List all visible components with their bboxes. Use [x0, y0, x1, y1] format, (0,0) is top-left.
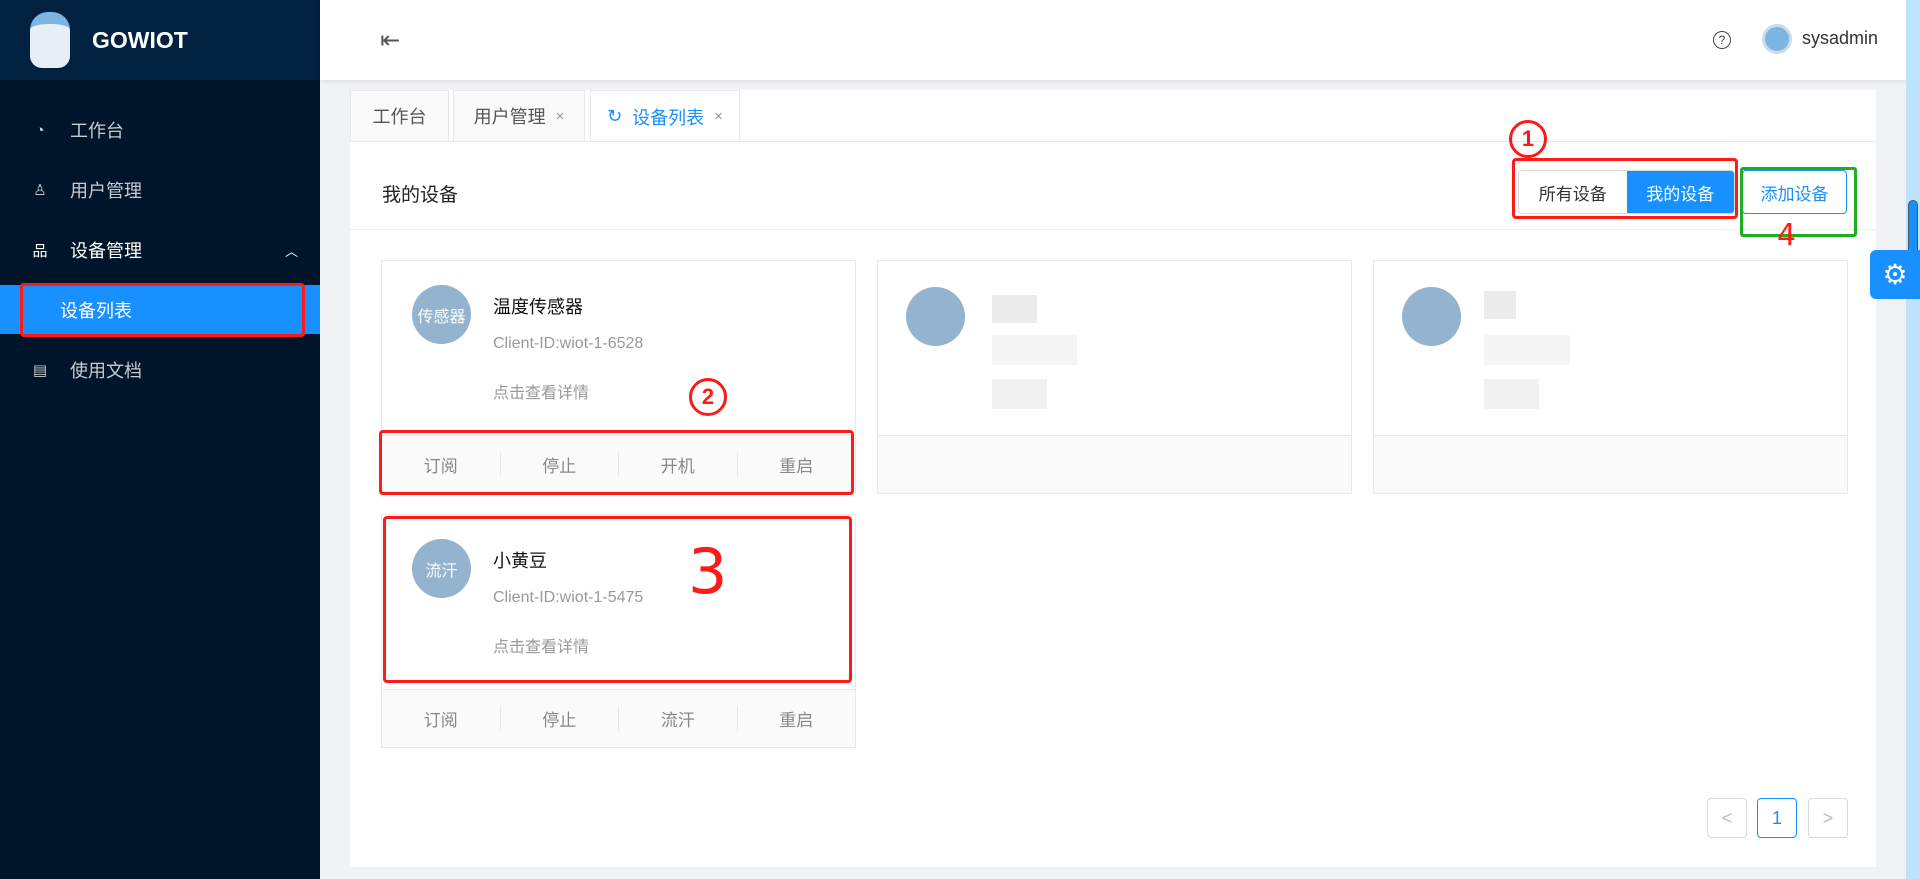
- help-icon[interactable]: ?: [1713, 31, 1731, 49]
- device-actions: [878, 435, 1351, 493]
- close-icon[interactable]: ×: [556, 108, 565, 125]
- sweat-button[interactable]: 流汗: [618, 706, 737, 731]
- user-avatar[interactable]: [1762, 24, 1792, 54]
- annotation-label-2: 2: [689, 378, 727, 416]
- blurred-name: [992, 295, 1037, 323]
- sidebar-item-dashboard[interactable]: ◔ 工作台: [0, 105, 320, 155]
- header: ⇤ ? sysadmin: [320, 0, 1920, 80]
- blurred-id: [992, 335, 1077, 365]
- user-icon: ♙: [33, 182, 47, 199]
- username[interactable]: sysadmin: [1802, 28, 1878, 49]
- subscribe-button[interactable]: 订阅: [382, 706, 500, 731]
- restart-button[interactable]: 重启: [736, 706, 856, 731]
- device-name[interactable]: 温度传感器: [493, 293, 583, 319]
- next-page-button[interactable]: >: [1808, 798, 1848, 838]
- tab-label: 设备列表: [632, 107, 705, 128]
- device-avatar: 传感器: [412, 285, 471, 344]
- dashboard-icon: ◔: [35, 121, 45, 139]
- blurred-detail: [1484, 379, 1539, 409]
- page-title: 我的设备: [382, 185, 459, 206]
- stop-button[interactable]: 停止: [499, 706, 619, 731]
- annotation-label-3: 3: [688, 535, 728, 608]
- view-details-link[interactable]: 点击查看详情: [493, 379, 589, 403]
- annotation-label-1: 1: [1509, 120, 1547, 158]
- page-1-button[interactable]: 1: [1757, 798, 1797, 838]
- device-actions: 订阅 停止 流汗 重启: [382, 689, 855, 747]
- divider: [350, 141, 1876, 142]
- gopher-logo-icon: [30, 12, 70, 68]
- annotation-label-4: 4: [1777, 218, 1797, 253]
- annotation-box-3: [383, 516, 852, 683]
- blurred-id: [1484, 335, 1570, 365]
- annotation-box-1: [1512, 158, 1738, 219]
- blurred-name: [1484, 291, 1516, 319]
- device-avatar: [906, 287, 965, 346]
- chevron-up-icon: ︿: [284, 243, 298, 259]
- scrollbar[interactable]: [1906, 0, 1920, 879]
- annotation-box-2: [379, 430, 854, 495]
- sidebar-item-users[interactable]: ♙ 用户管理: [0, 165, 320, 215]
- sidebar-item-label: 设备管理: [70, 241, 142, 261]
- device-actions: [1374, 435, 1847, 493]
- annotation-box-4: [1740, 167, 1857, 237]
- cluster-icon: 品: [32, 242, 48, 260]
- tab-label: 用户管理: [473, 107, 546, 127]
- tab-users[interactable]: 用户管理 ×: [453, 90, 585, 141]
- reload-icon[interactable]: ↻: [607, 106, 622, 127]
- close-icon[interactable]: ×: [714, 108, 723, 125]
- settings-gear-icon[interactable]: ⚙: [1870, 250, 1920, 299]
- divider: [350, 229, 1876, 230]
- sidebar-item-label: 用户管理: [70, 181, 142, 201]
- tab-device-list[interactable]: ↻ 设备列表 ×: [590, 90, 740, 142]
- blurred-detail: [992, 379, 1047, 409]
- sidebar-item-label: 使用文档: [70, 361, 142, 381]
- menu-fold-icon[interactable]: ⇤: [380, 26, 400, 55]
- device-card-blurred[interactable]: [1373, 260, 1848, 494]
- device-card-blurred[interactable]: [877, 260, 1352, 494]
- prev-page-button[interactable]: <: [1707, 798, 1747, 838]
- file-word-icon: ▤: [32, 362, 48, 379]
- sidebar-item-docs[interactable]: ▤ 使用文档: [0, 345, 320, 395]
- tab-label: 工作台: [372, 107, 427, 127]
- tab-dashboard[interactable]: 工作台: [350, 90, 449, 141]
- client-id: Client-ID:wiot-1-6528: [493, 335, 644, 352]
- logo: GOWIOT: [0, 0, 320, 80]
- device-avatar: [1402, 287, 1461, 346]
- sidebar: GOWIOT ◔ 工作台 ♙ 用户管理 品设备管理 ︿ 设备列表 ▤ 使用文档: [0, 0, 320, 879]
- app-name: GOWIOT: [92, 26, 188, 53]
- sidebar-item-label: 工作台: [70, 121, 124, 141]
- sidebar-item-device-management[interactable]: 品 设备管理 ︿: [0, 225, 320, 275]
- annotation-box: [20, 283, 305, 337]
